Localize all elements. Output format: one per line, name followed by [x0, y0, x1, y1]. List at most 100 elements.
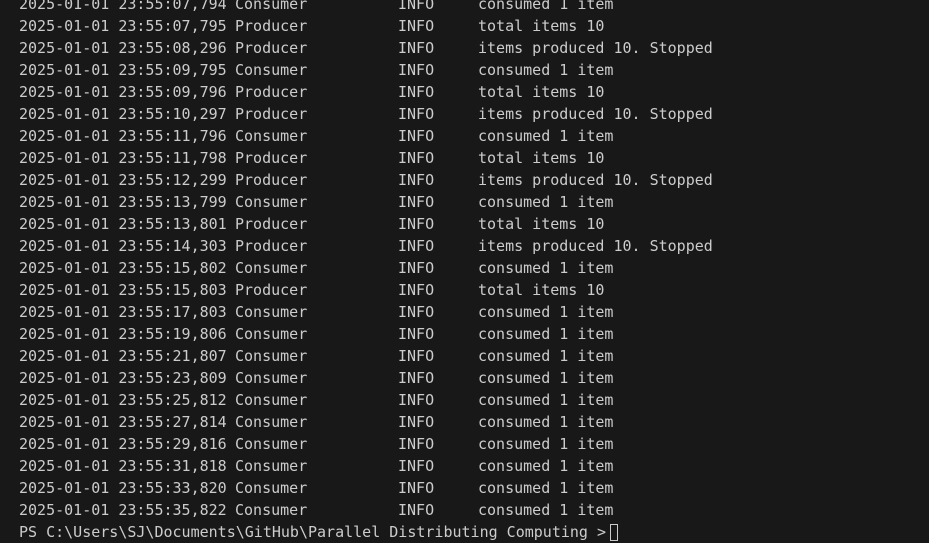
log-line: 2025-01-01 23:55:19,806 Consumer INFO consu… — [19, 323, 929, 345]
log-line: 2025-01-01 23:55:12,299 Producer INFO items… — [19, 169, 929, 191]
log-line: 2025-01-01 23:55:35,822 Consumer INFO consu… — [19, 499, 929, 521]
log-timestamp: 2025-01-01 23:55:35,822 — [19, 501, 227, 519]
log-message: consumed 1 item — [478, 259, 614, 277]
log-level: INFO — [398, 171, 435, 189]
log-timestamp: 2025-01-01 23:55:21,807 — [19, 347, 227, 365]
log-timestamp: 2025-01-01 23:55:31,818 — [19, 457, 227, 475]
log-line: 2025-01-01 23:55:08,296 Producer INFO items… — [19, 37, 929, 59]
log-logger: Consumer — [235, 127, 308, 145]
log-level: INFO — [398, 39, 435, 57]
log-logger: Consumer — [235, 347, 308, 365]
log-message: consumed 1 item — [478, 479, 614, 497]
terminal-output[interactable]: 2025-01-01 23:55:07,794 Consumer INFO consu… — [19, 0, 929, 543]
log-message: consumed 1 item — [478, 347, 614, 365]
log-level: INFO — [398, 127, 435, 145]
prompt-text: PS C:\Users\SJ\Documents\GitHub\Parallel… — [19, 523, 606, 541]
log-message: total items 10 — [478, 281, 605, 299]
log-logger: Consumer — [235, 501, 308, 519]
log-line: 2025-01-01 23:55:17,803 Consumer INFO consu… — [19, 301, 929, 323]
log-message: total items 10 — [478, 215, 605, 233]
log-logger: Consumer — [235, 479, 308, 497]
log-message: items produced 10. Stopped — [478, 105, 713, 123]
log-timestamp: 2025-01-01 23:55:15,802 — [19, 259, 227, 277]
log-logger: Producer — [235, 105, 308, 123]
log-logger: Consumer — [235, 413, 308, 431]
log-message: consumed 1 item — [478, 193, 614, 211]
log-timestamp: 2025-01-01 23:55:12,299 — [19, 171, 227, 189]
log-level: INFO — [398, 61, 435, 79]
log-logger: Consumer — [235, 435, 308, 453]
log-timestamp: 2025-01-01 23:55:27,814 — [19, 413, 227, 431]
log-timestamp: 2025-01-01 23:55:23,809 — [19, 369, 227, 387]
log-line: 2025-01-01 23:55:09,796 Producer INFO total… — [19, 81, 929, 103]
log-logger: Producer — [235, 149, 308, 167]
log-logger: Consumer — [235, 325, 308, 343]
log-level: INFO — [398, 0, 435, 13]
log-logger: Consumer — [235, 303, 308, 321]
log-message: items produced 10. Stopped — [478, 237, 713, 255]
log-message: consumed 1 item — [478, 0, 614, 13]
prompt-line[interactable]: PS C:\Users\SJ\Documents\GitHub\Parallel… — [19, 521, 929, 543]
log-level: INFO — [398, 105, 435, 123]
log-level: INFO — [398, 193, 435, 211]
log-logger: Producer — [235, 171, 308, 189]
log-level: INFO — [398, 457, 435, 475]
log-level: INFO — [398, 501, 435, 519]
log-timestamp: 2025-01-01 23:55:11,798 — [19, 149, 227, 167]
log-message: consumed 1 item — [478, 501, 614, 519]
log-message: items produced 10. Stopped — [478, 39, 713, 57]
log-level: INFO — [398, 17, 435, 35]
log-level: INFO — [398, 325, 435, 343]
log-logger: Consumer — [235, 457, 308, 475]
log-message: consumed 1 item — [478, 413, 614, 431]
text-cursor — [610, 523, 618, 541]
log-logger: Producer — [235, 39, 308, 57]
log-timestamp: 2025-01-01 23:55:25,812 — [19, 391, 227, 409]
log-message: total items 10 — [478, 17, 605, 35]
log-level: INFO — [398, 149, 435, 167]
log-logger: Consumer — [235, 0, 308, 13]
log-timestamp: 2025-01-01 23:55:14,303 — [19, 237, 227, 255]
log-level: INFO — [398, 479, 435, 497]
log-logger: Producer — [235, 17, 308, 35]
log-line: 2025-01-01 23:55:11,798 Producer INFO total… — [19, 147, 929, 169]
log-message: items produced 10. Stopped — [478, 171, 713, 189]
log-line: 2025-01-01 23:55:23,809 Consumer INFO consu… — [19, 367, 929, 389]
log-level: INFO — [398, 215, 435, 233]
log-message: consumed 1 item — [478, 127, 614, 145]
log-line: 2025-01-01 23:55:07,795 Producer INFO total… — [19, 15, 929, 37]
log-logger: Producer — [235, 237, 308, 255]
log-logger: Producer — [235, 215, 308, 233]
log-line: 2025-01-01 23:55:15,803 Producer INFO total… — [19, 279, 929, 301]
log-timestamp: 2025-01-01 23:55:15,803 — [19, 281, 227, 299]
log-message: total items 10 — [478, 149, 605, 167]
log-level: INFO — [398, 83, 435, 101]
log-line: 2025-01-01 23:55:21,807 Consumer INFO consu… — [19, 345, 929, 367]
log-line: 2025-01-01 23:55:11,796 Consumer INFO consu… — [19, 125, 929, 147]
log-line: 2025-01-01 23:55:27,814 Consumer INFO consu… — [19, 411, 929, 433]
log-level: INFO — [398, 391, 435, 409]
log-logger: Consumer — [235, 391, 308, 409]
log-message: consumed 1 item — [478, 391, 614, 409]
log-timestamp: 2025-01-01 23:55:13,801 — [19, 215, 227, 233]
log-timestamp: 2025-01-01 23:55:17,803 — [19, 303, 227, 321]
log-level: INFO — [398, 303, 435, 321]
log-timestamp: 2025-01-01 23:55:08,296 — [19, 39, 227, 57]
log-timestamp: 2025-01-01 23:55:13,799 — [19, 193, 227, 211]
log-level: INFO — [398, 281, 435, 299]
log-line: 2025-01-01 23:55:15,802 Consumer INFO consu… — [19, 257, 929, 279]
log-level: INFO — [398, 369, 435, 387]
log-timestamp: 2025-01-01 23:55:07,795 — [19, 17, 227, 35]
log-level: INFO — [398, 237, 435, 255]
log-logger: Consumer — [235, 369, 308, 387]
log-line: 2025-01-01 23:55:13,799 Consumer INFO consu… — [19, 191, 929, 213]
log-logger: Consumer — [235, 193, 308, 211]
log-message: consumed 1 item — [478, 457, 614, 475]
log-level: INFO — [398, 435, 435, 453]
log-timestamp: 2025-01-01 23:55:33,820 — [19, 479, 227, 497]
log-timestamp: 2025-01-01 23:55:09,795 — [19, 61, 227, 79]
log-line: 2025-01-01 23:55:13,801 Producer INFO total… — [19, 213, 929, 235]
log-logger: Consumer — [235, 259, 308, 277]
log-level: INFO — [398, 259, 435, 277]
log-line: 2025-01-01 23:55:14,303 Producer INFO items… — [19, 235, 929, 257]
